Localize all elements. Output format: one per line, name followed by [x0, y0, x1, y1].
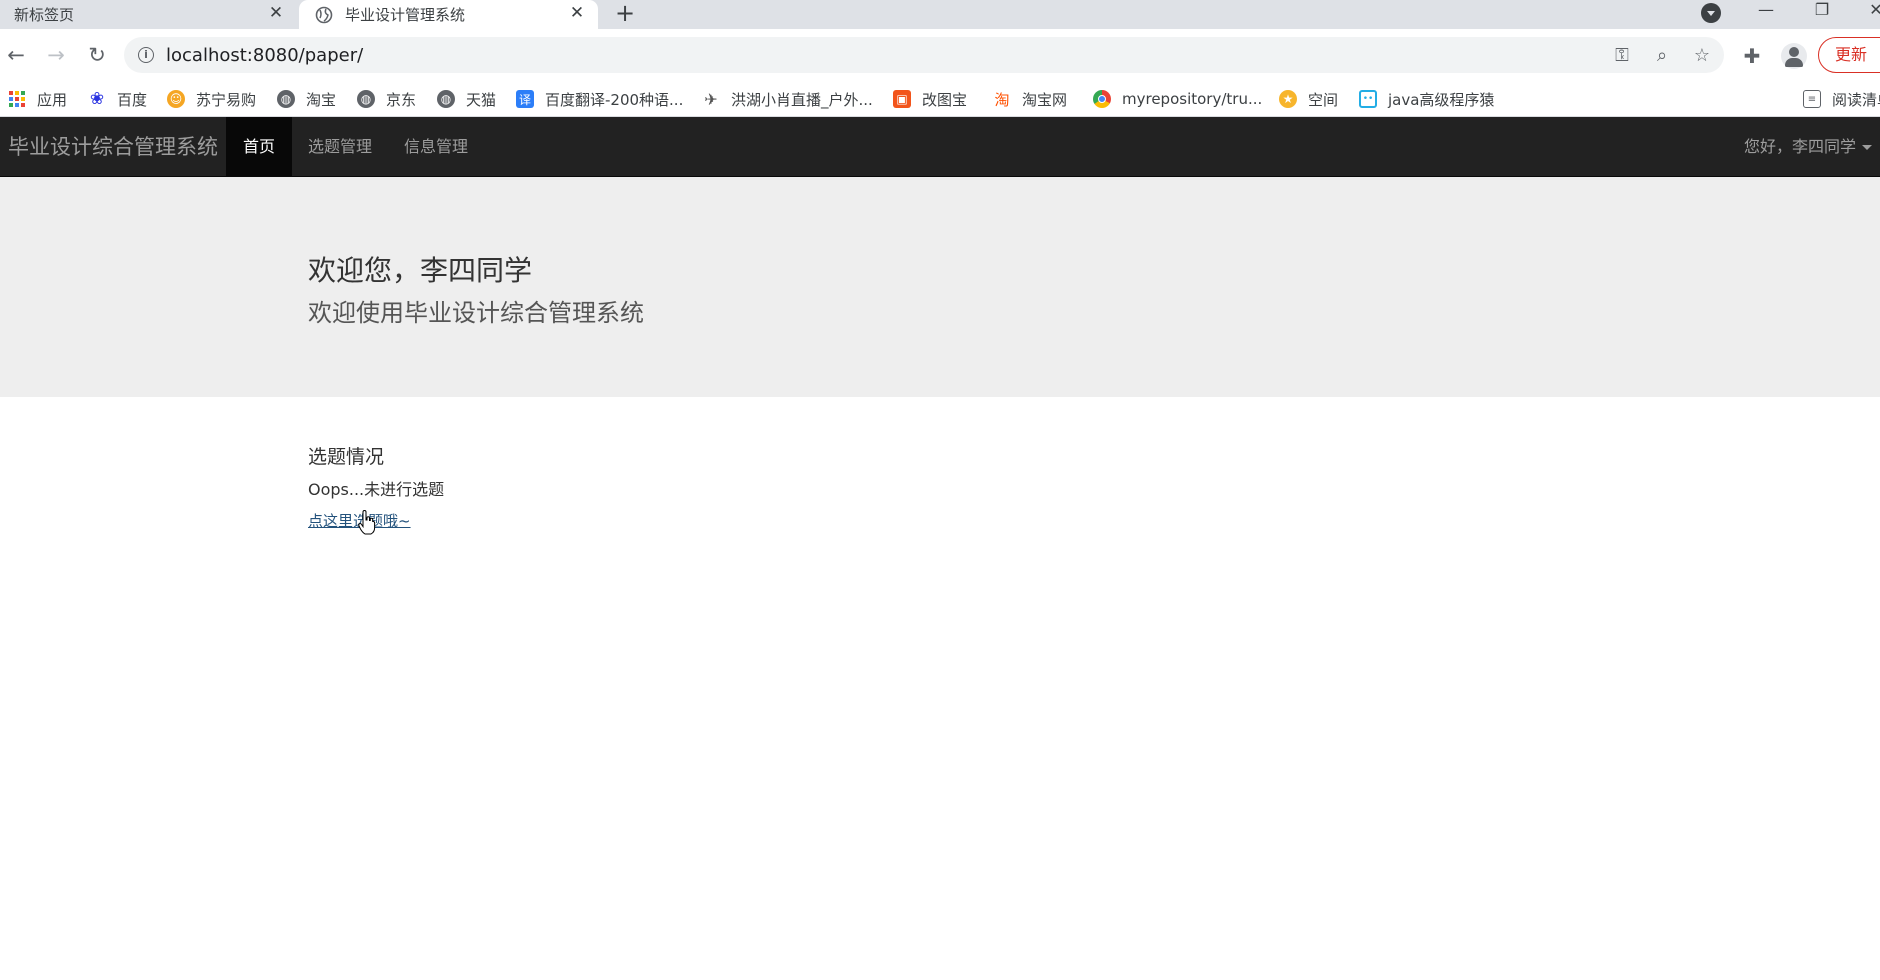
- bookmark-taobao-net[interactable]: 淘 淘宝网: [993, 81, 1067, 117]
- chrome-icon: [1093, 90, 1111, 108]
- back-arrow-icon[interactable]: ←: [2, 41, 30, 69]
- tab-title: 新标签页: [14, 6, 75, 24]
- bilibili-icon: ••: [1359, 90, 1377, 108]
- key-icon[interactable]: ⚿: [1610, 45, 1634, 66]
- reload-icon[interactable]: ↻: [83, 41, 111, 69]
- bookmark-label: 苏宁易购: [196, 90, 257, 109]
- bookmarks-bar: 应用 ❀ 百度 ☺ 苏宁易购 ◍ 淘宝 ◍ 京东 ◍ 天猫 译 百度翻译-200…: [0, 81, 1880, 117]
- bookmark-label: 天猫: [466, 90, 497, 109]
- bookmark-honghu-live[interactable]: ✈ 洪湖小肖直播_户外...: [702, 81, 873, 117]
- profile-avatar-icon[interactable]: [1781, 43, 1807, 69]
- globe-icon: ◍: [357, 90, 375, 108]
- browser-tab-strip: 新标签页 ✕ 毕业设计管理系统 ✕ + — ❐ ✕: [0, 0, 1880, 29]
- close-icon[interactable]: ✕: [566, 3, 588, 23]
- image-edit-icon: ▣: [893, 90, 911, 108]
- bookmark-suning[interactable]: ☺ 苏宁易购: [167, 81, 256, 117]
- welcome-title: 欢迎您，李四同学: [308, 254, 533, 287]
- update-button[interactable]: 更新: [1818, 37, 1880, 73]
- bookmark-taobao[interactable]: ◍ 淘宝: [277, 81, 336, 117]
- bookmark-label: 百度翻译-200种语...: [545, 90, 684, 109]
- bookmark-label: 洪湖小肖直播_户外...: [731, 90, 873, 109]
- caret-down-icon: [1862, 145, 1872, 150]
- nav-info-management[interactable]: 信息管理: [388, 117, 484, 177]
- zoom-icon[interactable]: ⌕: [1650, 45, 1674, 66]
- taobao-icon: 淘: [994, 90, 1010, 109]
- baidu-paw-icon: ❀: [89, 89, 105, 109]
- bookmark-apps[interactable]: 应用: [9, 81, 67, 117]
- tab-title: 毕业设计管理系统: [345, 6, 466, 24]
- bookmark-label: myrepository/tru...: [1122, 90, 1263, 108]
- welcome-subtitle: 欢迎使用毕业设计综合管理系统: [308, 299, 644, 327]
- tab-new-tab[interactable]: 新标签页 ✕: [0, 0, 297, 29]
- globe-icon: ◍: [437, 90, 455, 108]
- bookmark-java-bilibili[interactable]: •• java高级程序猿: [1359, 81, 1494, 117]
- bookmark-reading-list[interactable]: ≡ 阅读清单: [1803, 81, 1880, 117]
- bookmark-label: 空间: [1308, 90, 1339, 109]
- forward-arrow-icon[interactable]: →: [42, 41, 70, 69]
- bookmark-label: 淘宝: [306, 90, 337, 109]
- bookmark-label: java高级程序猿: [1388, 90, 1495, 109]
- browser-toolbar: ← → ↻ i localhost:8080/paper/ ⚿ ⌕ ☆ ✚ 更新: [0, 29, 1880, 81]
- extensions-puzzle-icon[interactable]: ✚: [1740, 44, 1764, 68]
- bookmark-jd[interactable]: ◍ 京东: [357, 81, 416, 117]
- bookmark-gaitubao[interactable]: ▣ 改图宝: [893, 81, 967, 117]
- restore-icon[interactable]: ❐: [1802, 0, 1842, 22]
- qzone-icon: ★: [1279, 90, 1297, 108]
- bookmark-myrepository[interactable]: myrepository/tru...: [1093, 81, 1262, 117]
- bookmark-baidu-translate[interactable]: 译 百度翻译-200种语...: [516, 81, 683, 117]
- nav-home[interactable]: 首页: [226, 117, 292, 177]
- globe-icon: [315, 6, 333, 23]
- globe-icon: ◍: [277, 90, 295, 108]
- close-window-icon[interactable]: ✕: [1856, 0, 1880, 22]
- bookmark-label: 京东: [386, 90, 417, 109]
- star-bookmark-icon[interactable]: ☆: [1690, 45, 1714, 66]
- bird-icon: ✈: [704, 89, 718, 109]
- reading-list-icon: ≡: [1803, 90, 1821, 108]
- close-icon[interactable]: ✕: [265, 3, 287, 23]
- bookmark-label: 百度: [117, 90, 148, 109]
- translate-icon: 译: [516, 90, 534, 108]
- minimize-icon[interactable]: —: [1746, 0, 1786, 22]
- app-navbar: 毕业设计综合管理系统 首页 选题管理 信息管理 您好，李四同学: [0, 117, 1880, 177]
- url-text[interactable]: localhost:8080/paper/: [166, 45, 363, 66]
- nav-topic-management[interactable]: 选题管理: [292, 117, 388, 177]
- site-info-icon[interactable]: i: [138, 47, 154, 63]
- user-greeting: 您好，李四同学: [1743, 137, 1856, 156]
- user-dropdown[interactable]: 您好，李四同学: [1744, 117, 1872, 177]
- topic-status-heading: 选题情况: [308, 446, 385, 468]
- tab-graduation-system[interactable]: 毕业设计管理系统 ✕: [299, 0, 598, 29]
- apps-grid-icon: [9, 91, 25, 107]
- new-tab-plus-icon[interactable]: +: [612, 0, 638, 27]
- hand-cursor-icon: [358, 510, 376, 535]
- suning-icon: ☺: [167, 90, 185, 108]
- navbar-brand[interactable]: 毕业设计综合管理系统: [8, 117, 218, 177]
- bookmark-label: 淘宝网: [1022, 90, 1068, 109]
- tab-search-icon[interactable]: [1701, 3, 1721, 23]
- bookmark-label: 改图宝: [922, 90, 968, 109]
- bookmark-tmall[interactable]: ◍ 天猫: [437, 81, 496, 117]
- bookmark-label: 应用: [37, 90, 68, 109]
- bookmark-label: 阅读清单: [1832, 90, 1880, 109]
- topic-status-message: Oops...未进行选题: [308, 480, 445, 499]
- welcome-jumbotron: 欢迎您，李四同学 欢迎使用毕业设计综合管理系统: [0, 177, 1880, 397]
- bookmark-baidu[interactable]: ❀ 百度: [88, 81, 147, 117]
- bookmark-qzone[interactable]: ★ 空间: [1279, 81, 1338, 117]
- address-bar[interactable]: i localhost:8080/paper/ ⚿ ⌕ ☆: [124, 37, 1724, 73]
